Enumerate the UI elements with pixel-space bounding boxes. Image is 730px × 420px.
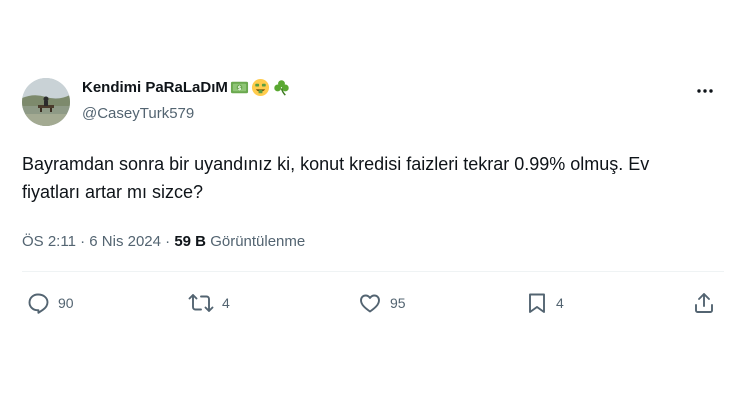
more-options-button[interactable] — [694, 80, 716, 102]
display-name[interactable]: Kendimi PaRaLaDıM — [82, 79, 228, 96]
reply-button[interactable]: 90 — [26, 291, 74, 315]
reply-count: 90 — [58, 295, 74, 311]
tweet-meta: ÖS 2:11 · 6 Nis 2024 · 59 B Görüntülenme — [22, 233, 305, 250]
tweet-text: Bayramdan sonra bir uyandınız ki, konut … — [22, 154, 650, 202]
bookmark-icon — [529, 293, 545, 313]
money-mouth-face-icon — [251, 78, 270, 97]
tweet-card: Kendimi PaRaLaDıM $ @CaseyTurk579 Bayram… — [0, 70, 730, 328]
reply-icon — [28, 293, 49, 314]
views-label: Görüntülenme — [210, 233, 306, 250]
more-icon — [697, 89, 713, 93]
heart-icon — [360, 294, 380, 313]
like-button[interactable]: 95 — [358, 291, 406, 315]
share-icon — [695, 293, 713, 313]
display-name-row[interactable]: Kendimi PaRaLaDıM $ — [82, 78, 291, 97]
views-count: 59 B — [174, 233, 207, 250]
retweet-count: 4 — [222, 295, 230, 311]
share-button[interactable] — [692, 291, 716, 315]
meta-separator: · — [165, 233, 171, 250]
retweet-button[interactable]: 4 — [188, 291, 230, 315]
meta-separator: · — [80, 233, 86, 250]
shamrock-icon — [272, 78, 291, 97]
retweet-icon — [188, 294, 214, 312]
money-icon: $ — [230, 78, 249, 97]
tweet-time[interactable]: ÖS 2:11 — [22, 233, 76, 250]
svg-text:$: $ — [237, 86, 241, 92]
divider — [22, 271, 724, 272]
tweet-date[interactable]: 6 Nis 2024 — [89, 233, 161, 250]
action-bar: 90 4 95 4 — [26, 291, 716, 317]
bookmark-button[interactable]: 4 — [526, 291, 564, 315]
like-count: 95 — [390, 295, 406, 311]
bookmark-count: 4 — [556, 295, 564, 311]
user-handle[interactable]: @CaseyTurk579 — [82, 105, 194, 122]
avatar[interactable] — [22, 78, 70, 126]
